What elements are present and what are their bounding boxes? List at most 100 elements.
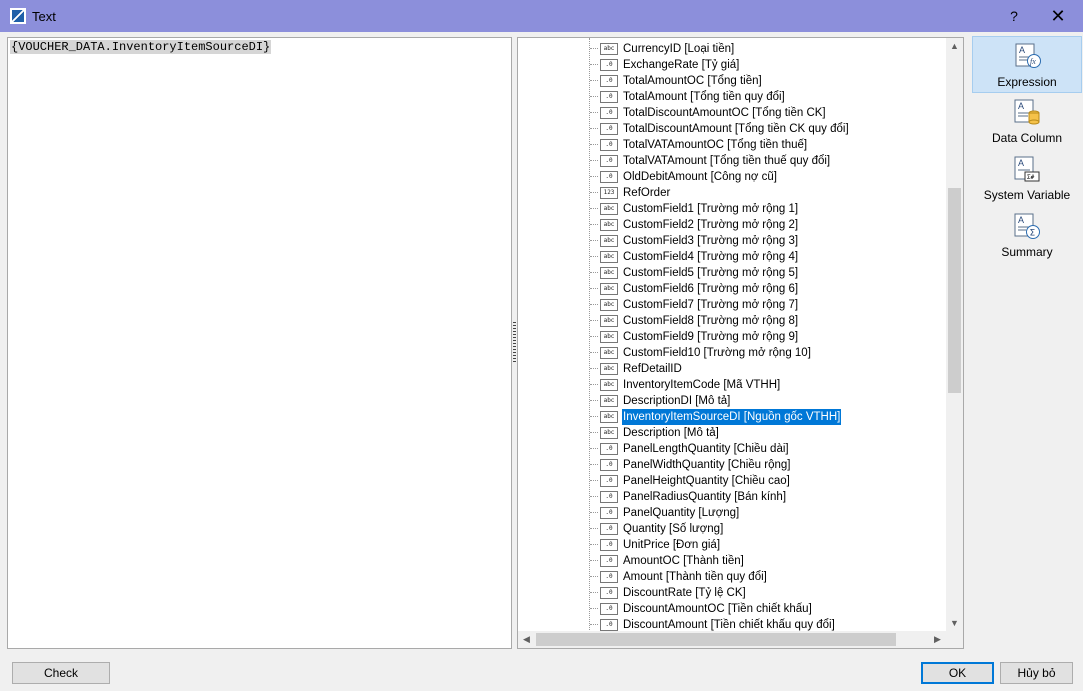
sidebar-item-data-column[interactable]: A Data Column [972, 93, 1082, 150]
sidebar-item-expression[interactable]: A fx Expression [972, 36, 1082, 93]
tree-item[interactable]: .0 TotalDiscountAmount [Tổng tiền CK quy … [590, 120, 850, 136]
tree-connector [590, 96, 598, 98]
field-type-icon: .0 [600, 602, 618, 615]
tree-connector [590, 304, 598, 306]
tree-item[interactable]: abc CustomField10 [Trường mở rộng 10] [590, 344, 850, 360]
tree-item[interactable]: abc CurrencyID [Loại tiền] [590, 40, 850, 56]
svg-text:Σ: Σ [1030, 229, 1036, 239]
tree-item[interactable]: abc CustomField4 [Trường mở rộng 4] [590, 248, 850, 264]
tree-connector [590, 464, 598, 466]
tree-connector [590, 512, 598, 514]
field-type-icon: .0 [600, 138, 618, 151]
sidebar-item-summary[interactable]: A Σ Summary [972, 207, 1082, 264]
field-type-icon: .0 [600, 90, 618, 103]
tree-item[interactable]: abc CustomField3 [Trường mở rộng 3] [590, 232, 850, 248]
tree-item[interactable]: .0 TotalDiscountAmountOC [Tổng tiền CK] [590, 104, 850, 120]
ok-button[interactable]: OK [921, 662, 994, 684]
tree-item[interactable]: abc InventoryItemSourceDI [Nguồn gốc VTHH… [590, 408, 850, 426]
tree-item[interactable]: .0 DiscountAmount [Tiền chiết khấu quy đổ… [590, 616, 850, 632]
tree-item[interactable]: .0 Quantity [Số lượng] [590, 520, 850, 536]
vertical-scrollbar[interactable]: ▲ ▼ [946, 38, 963, 632]
tree-connector [590, 416, 598, 418]
tree-item[interactable]: .0 PanelHeightQuantity [Chiều cao] [590, 472, 850, 488]
tree-connector [590, 544, 598, 546]
field-type-icon: abc [600, 346, 618, 359]
tree-connector [590, 288, 598, 290]
field-type-icon: .0 [600, 474, 618, 487]
tree-item[interactable]: abc CustomField1 [Trường mở rộng 1] [590, 200, 850, 216]
tree-item-label: CustomField7 [Trường mở rộng 7] [623, 299, 799, 311]
tree-item[interactable]: .0 TotalVATAmount [Tổng tiền thuế quy đổi… [590, 152, 850, 168]
check-button[interactable]: Check [12, 662, 110, 684]
horizontal-scroll-thumb[interactable] [536, 633, 896, 646]
expression-icon: A fx [1015, 43, 1041, 68]
expression-editor[interactable]: {VOUCHER_DATA.InventoryItemSourceDI} [7, 37, 512, 649]
tree-item[interactable]: .0 ExchangeRate [Tỷ giá] [590, 56, 850, 72]
tree-item-label: UnitPrice [Đơn giá] [623, 539, 721, 551]
sidebar-item-label: Data Column [991, 131, 1063, 145]
tree-item[interactable]: abc CustomField6 [Trường mở rộng 6] [590, 280, 850, 296]
field-type-icon: abc [600, 282, 618, 295]
sidebar-item-system-variable[interactable]: A Σ# System Variable [972, 150, 1082, 207]
tree-connector [590, 448, 598, 450]
tree-item[interactable]: .0 Amount [Thành tiền quy đổi] [590, 568, 850, 584]
tree-item-label: PanelQuantity [Lượng] [623, 507, 740, 519]
tree-item[interactable]: .0 UnitPrice [Đơn giá] [590, 536, 850, 552]
tree-connector [590, 160, 598, 162]
tree-item-label: DiscountAmountOC [Tiền chiết khấu] [623, 603, 812, 615]
summary-icon: A Σ [1014, 213, 1040, 239]
tree-item[interactable]: abc Description [Mô tả] [590, 424, 850, 440]
svg-text:A: A [1018, 158, 1024, 168]
tree-item[interactable]: .0 PanelWidthQuantity [Chiều rộng] [590, 456, 850, 472]
tree-item[interactable]: abc InventoryItemCode [Mã VTHH] [590, 376, 850, 392]
help-button[interactable]: ? [996, 0, 1032, 32]
expression-text[interactable]: {VOUCHER_DATA.InventoryItemSourceDI} [10, 40, 272, 54]
tree-item-label: CustomField5 [Trường mở rộng 5] [623, 267, 799, 279]
tree-item[interactable]: 123 RefOrder [590, 184, 850, 200]
tree-item[interactable]: .0 DiscountRate [Tỷ lệ CK] [590, 584, 850, 600]
vertical-scroll-thumb[interactable] [948, 188, 961, 393]
svg-text:Σ#: Σ# [1027, 174, 1035, 181]
tree-connector [590, 384, 598, 386]
sidebar-item-label: Summary [1001, 245, 1053, 259]
tree-item[interactable]: .0 TotalVATAmountOC [Tổng tiền thuế] [590, 136, 850, 152]
tree-item[interactable]: .0 PanelLengthQuantity [Chiều dài] [590, 440, 850, 456]
tree-item[interactable]: abc CustomField2 [Trường mở rộng 2] [590, 216, 850, 232]
tree-connector [590, 576, 598, 578]
tree-item[interactable]: abc RefDetailID [590, 360, 850, 376]
scroll-left-icon[interactable]: ◀ [518, 631, 535, 648]
scroll-down-icon[interactable]: ▼ [946, 615, 963, 632]
tree-item[interactable]: abc CustomField7 [Trường mở rộng 7] [590, 296, 850, 312]
scroll-up-icon[interactable]: ▲ [946, 38, 963, 55]
tree-item[interactable]: .0 TotalAmount [Tổng tiền quy đổi] [590, 88, 850, 104]
tree-item[interactable]: .0 PanelQuantity [Lượng] [590, 504, 850, 520]
field-type-icon: abc [600, 394, 618, 407]
field-type-icon: .0 [600, 506, 618, 519]
tree-connector [590, 64, 598, 66]
tree-item[interactable]: .0 OldDebitAmount [Công nợ cũ] [590, 168, 850, 184]
horizontal-scrollbar[interactable]: ◀ ▶ [518, 631, 946, 648]
window-title: Text [32, 9, 56, 24]
tree-item[interactable]: .0 AmountOC [Thành tiền] [590, 552, 850, 568]
tree-item[interactable]: abc CustomField9 [Trường mở rộng 9] [590, 328, 850, 344]
tree-item-label: CurrencyID [Loại tiền] [623, 43, 735, 55]
tree-item[interactable]: abc DescriptionDI [Mô tả] [590, 392, 850, 408]
tree-connector [590, 528, 598, 530]
field-type-icon: abc [600, 410, 618, 423]
field-type-icon: .0 [600, 618, 618, 631]
tree-item[interactable]: .0 DiscountAmountOC [Tiền chiết khấu] [590, 600, 850, 616]
field-type-icon: .0 [600, 522, 618, 535]
tree-item[interactable]: abc CustomField5 [Trường mở rộng 5] [590, 264, 850, 280]
tree-item[interactable]: abc CustomField8 [Trường mở rộng 8] [590, 312, 850, 328]
close-button[interactable]: ✕ [1040, 0, 1076, 32]
splitter-handle[interactable] [513, 322, 516, 362]
tree-item[interactable]: .0 PanelRadiusQuantity [Bán kính] [590, 488, 850, 504]
tree-item[interactable]: .0 TotalAmountOC [Tổng tiền] [590, 72, 850, 88]
tree-item-label: TotalDiscountAmountOC [Tổng tiền CK] [623, 107, 826, 119]
tree-item-label: CustomField1 [Trường mở rộng 1] [623, 203, 799, 215]
tree-item-label: CustomField6 [Trường mở rộng 6] [623, 283, 799, 295]
cancel-button[interactable]: Hủy bỏ [1000, 662, 1073, 684]
tree-connector [590, 352, 598, 354]
scroll-right-icon[interactable]: ▶ [929, 631, 946, 648]
field-tree[interactable]: abc CurrencyID [Loại tiền] .0 ExchangeRate … [517, 37, 964, 649]
